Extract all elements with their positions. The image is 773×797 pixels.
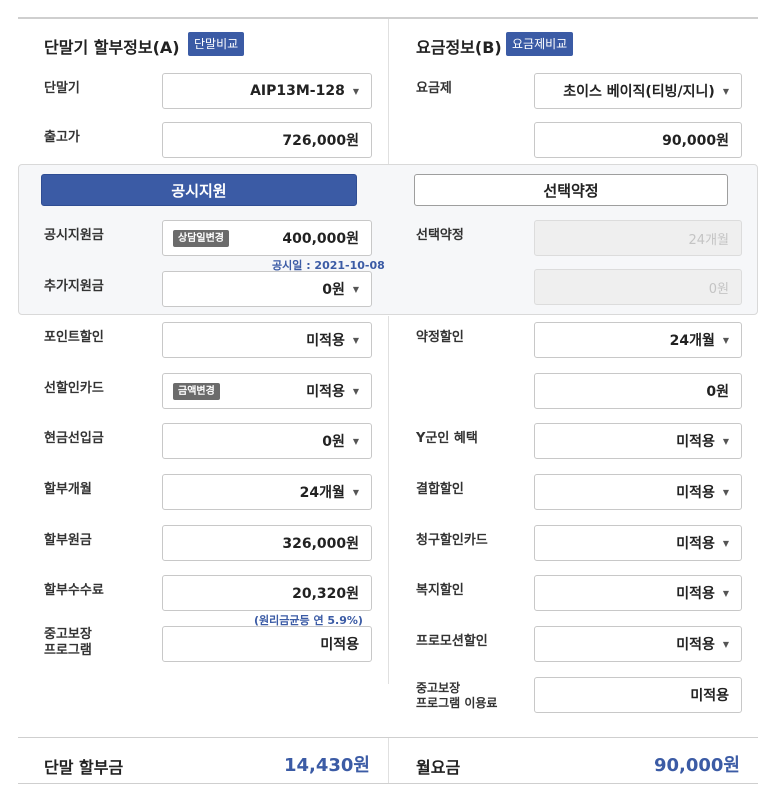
chevron-down-icon: ▼ <box>352 284 359 294</box>
select-contract-label: 선택약정 <box>416 228 464 243</box>
extra-support-label: 추가지원금 <box>44 279 104 294</box>
chevron-down-icon: ▼ <box>352 86 359 96</box>
monthly-fee-value: 90,000원 <box>653 755 740 776</box>
used-guarantee-field[interactable]: 미적용 <box>162 626 372 662</box>
point-discount-label: 포인트할인 <box>44 330 104 345</box>
consult-date-change-button[interactable]: 상담일변경 <box>173 230 229 247</box>
device-label: 단말기 <box>44 81 80 96</box>
contract-discount-select[interactable]: 24개월 ▼ <box>534 322 742 358</box>
contract-amount-field: 0원 <box>534 373 742 409</box>
bundle-discount-label: 결합할인 <box>416 482 464 497</box>
chevron-down-icon: ▼ <box>722 335 729 345</box>
column-divider <box>388 19 389 164</box>
prepay-card-select[interactable]: 금액변경 미적용 ▼ <box>162 373 372 409</box>
chevron-down-icon: ▼ <box>722 639 729 649</box>
release-price-field: 726,000원 <box>162 122 372 158</box>
y-benefit-label: Y군인 혜택 <box>416 431 478 446</box>
column-divider <box>388 738 389 783</box>
billing-card-label: 청구할인카드 <box>416 533 488 548</box>
prepay-card-label: 선할인카드 <box>44 381 104 396</box>
tab-select-contract[interactable]: 선택약정 <box>414 174 728 206</box>
device-section-title: 단말기 할부정보(A) <box>44 38 180 57</box>
release-price-label: 출고가 <box>44 130 80 145</box>
y-benefit-select[interactable]: 미적용 ▼ <box>534 423 742 459</box>
chevron-down-icon: ▼ <box>722 588 729 598</box>
tab-public-support[interactable]: 공시지원 <box>41 174 357 206</box>
plan-select[interactable]: 초이스 베이직(티빙/지니) ▼ <box>534 73 742 109</box>
promotion-label: 프로모션할인 <box>416 634 488 649</box>
plan-price-field: 90,000원 <box>534 122 742 158</box>
chevron-down-icon: ▼ <box>352 335 359 345</box>
fee-field: 20,320원 <box>162 575 372 611</box>
used-guarantee-fee-label: 중고보장 프로그램 이용료 <box>416 681 498 710</box>
months-label: 할부개월 <box>44 482 92 497</box>
billing-card-select[interactable]: 미적용 ▼ <box>534 525 742 561</box>
welfare-select[interactable]: 미적용 ▼ <box>534 575 742 611</box>
select-contract-amount-field: 0원 <box>534 269 742 305</box>
cash-prepay-label: 현금선입금 <box>44 431 104 446</box>
welfare-label: 복지할인 <box>416 583 464 598</box>
used-guarantee-fee-field[interactable]: 미적용 <box>534 677 742 713</box>
months-select[interactable]: 24개월 ▼ <box>162 474 372 510</box>
principal-label: 할부원금 <box>44 533 92 548</box>
device-compare-button[interactable]: 단말비교 <box>188 32 245 56</box>
cash-prepay-select[interactable]: 0원 ▼ <box>162 423 372 459</box>
principal-field: 326,000원 <box>162 525 372 561</box>
chevron-down-icon: ▼ <box>352 386 359 396</box>
device-select[interactable]: AIP13M-128 ▼ <box>162 73 372 109</box>
extra-support-select[interactable]: 0원 ▼ <box>162 271 372 307</box>
plan-section-title: 요금정보(B) <box>416 38 502 57</box>
chevron-down-icon: ▼ <box>722 436 729 446</box>
device-installment-label: 단말 할부금 <box>44 758 124 777</box>
chevron-down-icon: ▼ <box>722 538 729 548</box>
plan-compare-button[interactable]: 요금제비교 <box>506 32 574 56</box>
plan-label: 요금제 <box>416 81 452 96</box>
public-support-label: 공시지원금 <box>44 228 104 243</box>
chevron-down-icon: ▼ <box>352 436 359 446</box>
promotion-select[interactable]: 미적용 ▼ <box>534 626 742 662</box>
column-divider <box>388 316 389 684</box>
amount-change-button[interactable]: 금액변경 <box>173 383 220 400</box>
chevron-down-icon: ▼ <box>722 487 729 497</box>
chevron-down-icon: ▼ <box>722 86 729 96</box>
chevron-down-icon: ▼ <box>352 487 359 497</box>
point-discount-select[interactable]: 미적용 ▼ <box>162 322 372 358</box>
used-guarantee-label: 중고보장 프로그램 <box>44 627 92 658</box>
summary-top-rule <box>18 737 758 738</box>
monthly-fee-label: 월요금 <box>416 758 461 777</box>
public-support-field: 상담일변경 400,000원 <box>162 220 372 256</box>
contract-discount-label: 약정할인 <box>416 330 464 345</box>
fee-label: 할부수수료 <box>44 583 104 598</box>
device-installment-value: 14,430원 <box>283 755 370 776</box>
summary-bottom-rule <box>18 783 758 784</box>
select-contract-field: 24개월 <box>534 220 742 256</box>
bundle-discount-select[interactable]: 미적용 ▼ <box>534 474 742 510</box>
